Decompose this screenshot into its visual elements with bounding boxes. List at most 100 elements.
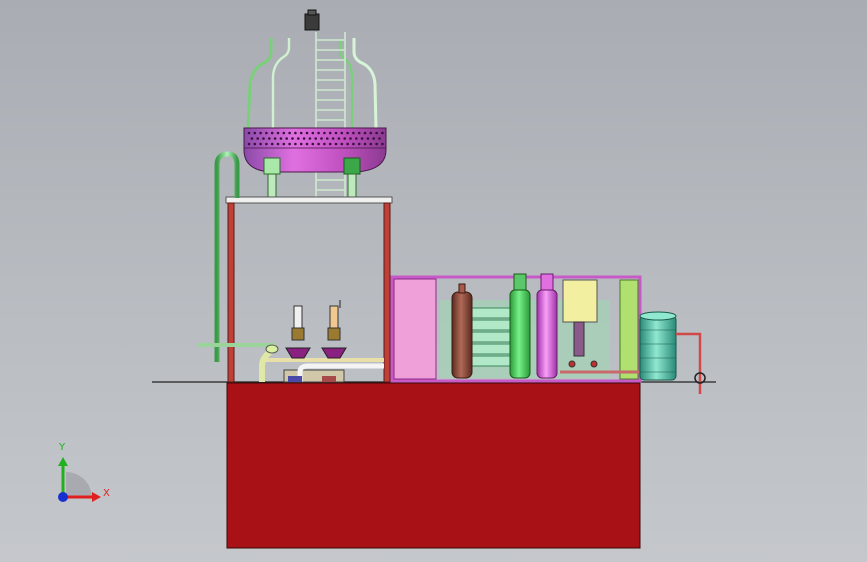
tower-hole: [369, 142, 373, 146]
tower-hole: [273, 137, 277, 140]
tower-hole: [375, 142, 378, 146]
tower-hole: [363, 142, 367, 146]
tower-hole: [352, 142, 355, 146]
enclosure-pink-panel[interactable]: [393, 278, 437, 380]
tower-leg-left-post: [267, 173, 277, 199]
tower-hole: [282, 142, 286, 146]
storage-tank-body: [639, 315, 677, 381]
tower-left-inner-pipe: [271, 38, 291, 128]
tower-hole: [308, 137, 312, 140]
tower-hole: [268, 137, 271, 140]
support-frame[interactable]: [225, 196, 393, 383]
tower-hole: [247, 131, 251, 135]
pump-base-left: [288, 376, 302, 382]
tower-leg-right-post: [347, 173, 357, 199]
tower-hole: [314, 137, 318, 140]
tower-hole: [372, 137, 376, 140]
tower-hole: [378, 137, 381, 140]
pump-1-motor: [293, 305, 303, 331]
tower-hole: [349, 137, 352, 140]
tower-leg-right: [343, 157, 361, 175]
tower-hole: [331, 137, 335, 140]
frame-right-post: [383, 202, 391, 383]
filter-vessel-green[interactable]: [509, 289, 531, 379]
tower-hole: [305, 131, 309, 135]
tower-motor-cap: [307, 9, 317, 16]
tower-hole: [355, 137, 358, 140]
model-view[interactable]: [0, 0, 867, 562]
tower-hole: [299, 142, 303, 146]
filter-cylinder-brown-cap: [458, 283, 466, 294]
pump-2-motor: [329, 305, 339, 331]
coordinate-triad: [58, 457, 101, 502]
tower-hole: [366, 137, 370, 140]
tower-hole: [317, 131, 320, 135]
tower-hole: [352, 131, 355, 135]
tower-hole: [270, 142, 274, 146]
tower-hole: [247, 142, 251, 146]
tower-hole: [334, 131, 338, 135]
tower-left-pipe: [246, 38, 273, 129]
tower-hole: [253, 142, 257, 146]
tower-hole: [311, 142, 315, 146]
pump-2-valve: [321, 347, 347, 359]
triad-rotation-arc: [66, 472, 92, 498]
triad-z-origin: [58, 492, 68, 502]
tower-hole: [323, 131, 326, 135]
tower-hole: [297, 137, 300, 140]
pump-station[interactable]: [259, 300, 384, 383]
tower-hole: [340, 131, 344, 135]
tower-hole: [259, 131, 262, 135]
enclosure-lime-column: [619, 279, 639, 380]
filter-cylinder-brown[interactable]: [451, 291, 473, 379]
tower-hole: [253, 131, 257, 135]
control-box[interactable]: [562, 279, 598, 323]
tower-hole: [294, 142, 297, 146]
tower-hole: [311, 131, 315, 135]
tower-ladder: [315, 32, 346, 198]
tower-hole: [323, 142, 326, 146]
tower-hole: [369, 131, 373, 135]
treatment-enclosure[interactable]: [390, 273, 642, 383]
tower-hole: [381, 131, 384, 135]
tower-hole: [328, 142, 332, 146]
filter-vessel-magenta[interactable]: [536, 289, 558, 379]
cooling-tower[interactable]: [243, 9, 387, 199]
tower-hole: [343, 137, 347, 140]
storage-tank-lid: [639, 311, 677, 321]
tower-hole: [256, 137, 260, 140]
tower-hole: [317, 142, 320, 146]
tower-hole: [276, 131, 280, 135]
tower-hole: [302, 137, 306, 140]
filter-vessel-green-head: [513, 273, 527, 291]
outlet-pipe: [676, 332, 702, 394]
tower-hole: [291, 137, 294, 140]
tower-hole: [381, 142, 384, 146]
tower-hole: [279, 137, 283, 140]
tower-hole: [334, 142, 338, 146]
membrane-tubes: [469, 307, 511, 367]
frame-top-beam: [225, 196, 393, 204]
pump-elbow-joint: [265, 344, 279, 354]
tower-hole: [285, 137, 289, 140]
triad-x-label: X: [103, 488, 110, 499]
tower-right-inner-pipe: [338, 40, 354, 128]
frame-left-post: [227, 202, 235, 383]
tower-right-pipe: [352, 38, 378, 129]
tower-hole: [250, 137, 254, 140]
tower-hole: [346, 131, 349, 135]
tower-hole: [305, 142, 309, 146]
tower-leg-left: [263, 157, 281, 175]
tower-hole: [328, 131, 332, 135]
tower-hole: [337, 137, 341, 140]
tower-hole: [270, 131, 274, 135]
cad-viewport[interactable]: Y X: [0, 0, 867, 562]
pump-1-valve: [285, 347, 311, 359]
foundation-block[interactable]: [226, 382, 641, 549]
tower-hole: [340, 142, 344, 146]
tower-hole: [357, 142, 361, 146]
tower-hole: [288, 142, 291, 146]
tower-hole: [294, 131, 297, 135]
tower-hole: [346, 142, 349, 146]
tower-hole: [326, 137, 329, 140]
